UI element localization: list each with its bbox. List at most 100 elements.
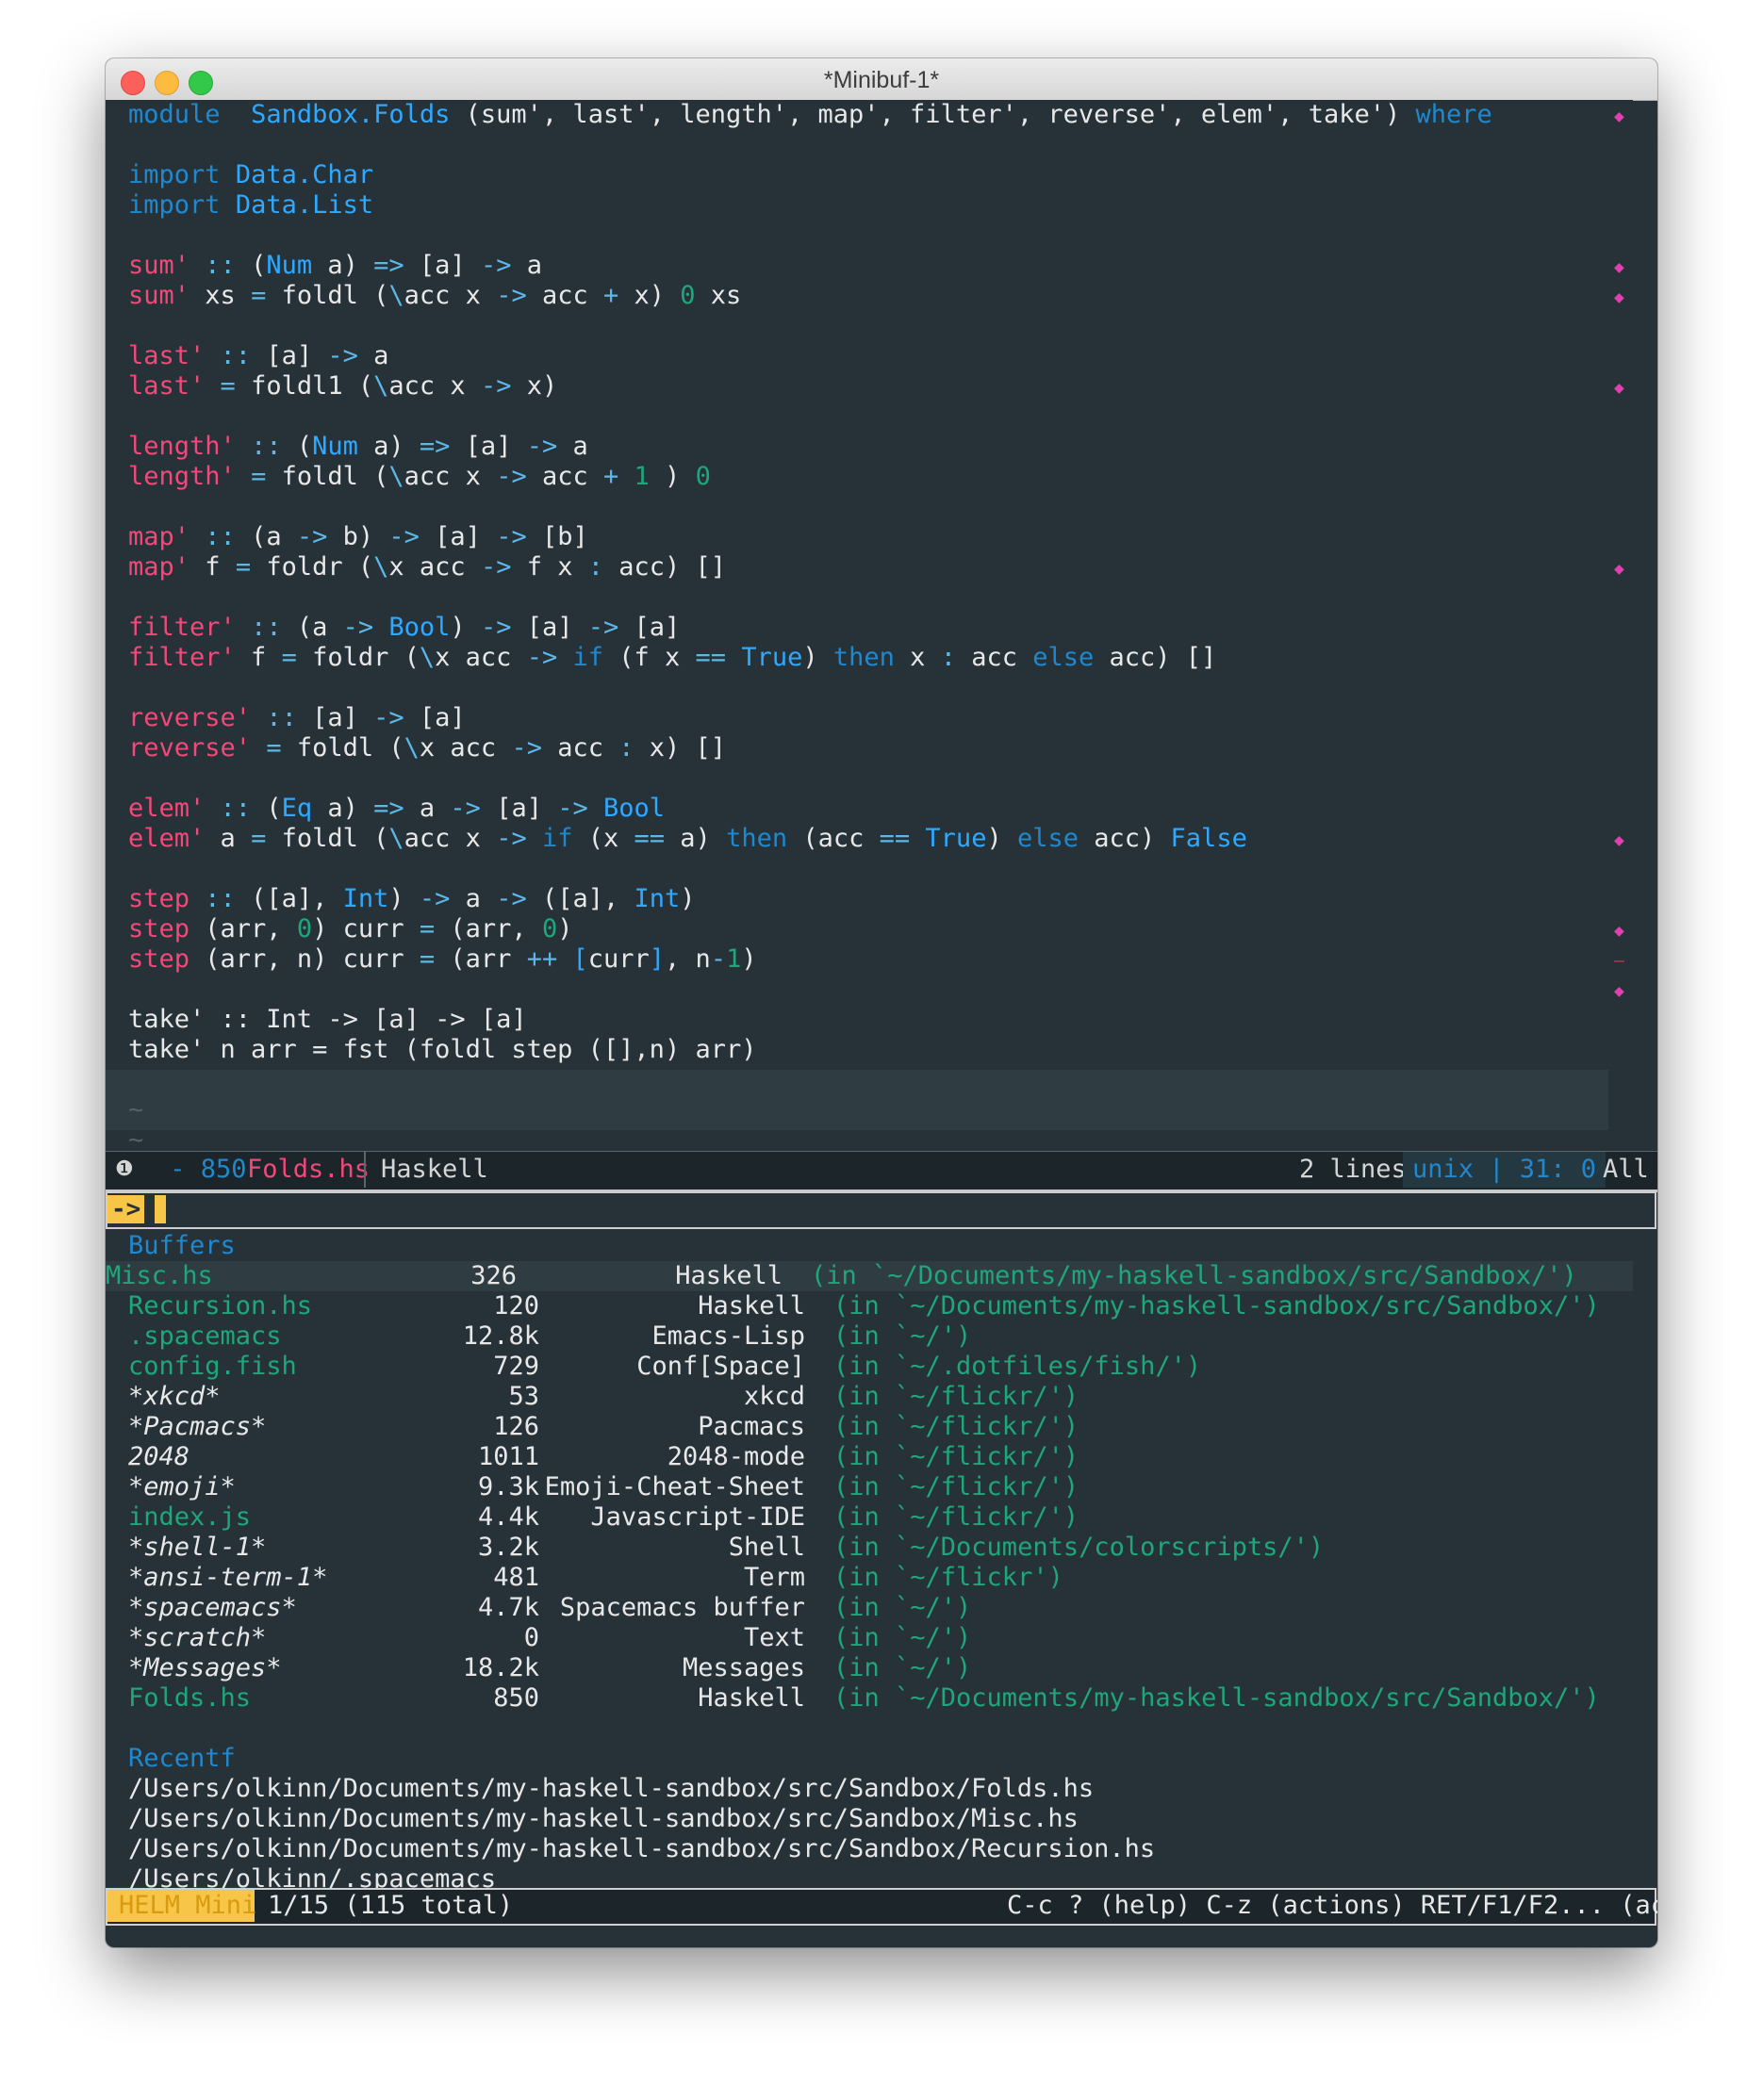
buffer-candidate[interactable]: .spacemacs 12.8k Emacs-Lisp (in `~/') (128, 1321, 1633, 1352)
helm-candidate-count: 1/15 (115 total) (268, 1891, 514, 1920)
code-token: \ (388, 281, 404, 310)
code-line[interactable]: last' :: [a] -> a (128, 341, 388, 371)
buffer-candidate[interactable]: *Pacmacs* 126 Pacmacs (in `~/flickr/') (128, 1412, 1633, 1442)
buffer-mode: Haskell (698, 1683, 805, 1713)
code-token: [a] (480, 794, 558, 823)
code-line[interactable]: map' f = foldr (\x acc -> f x : acc) [] (128, 552, 726, 582)
recentf-candidate[interactable]: /Users/olkinn/Documents/my-haskell-sandb… (128, 1804, 1633, 1834)
code-token: a) (357, 432, 420, 461)
code-token: :: (220, 794, 252, 823)
code-token: step (128, 884, 190, 913)
code-line[interactable]: ~ (128, 1095, 143, 1125)
buffer-candidate[interactable]: Misc.hs 326 Haskell (in `~/Documents/my-has… (106, 1261, 1633, 1291)
code-token: f (235, 643, 282, 672)
code-token: [a] (251, 341, 328, 370)
code-line[interactable]: sum' :: (Num a) => [a] -> a (128, 251, 542, 281)
code-token: 0 (541, 914, 558, 943)
code-token: ) (388, 884, 420, 913)
buffer-path: (in `~/') (833, 1593, 972, 1622)
code-token: - (710, 944, 727, 974)
code-token: -> (480, 613, 512, 642)
code-token: == (879, 824, 911, 853)
code-line[interactable]: reverse' :: [a] -> [a] (128, 703, 466, 733)
code-line[interactable]: elem' a = foldl (\acc x -> if (x == a) t… (128, 824, 1247, 854)
code-line[interactable]: import Data.Char (128, 160, 373, 190)
buffer-candidate[interactable]: *spacemacs* 4.7k Spacemacs buffer (in `~/') (128, 1593, 1633, 1623)
code-token: -> (480, 251, 512, 280)
buffer-candidate[interactable]: *scratch* 0 Text (in `~/') (128, 1623, 1633, 1653)
code-token: -> (419, 884, 451, 913)
code-line[interactable]: step (arr, n) curr = (arr ++ [curr], n-1… (128, 944, 757, 975)
buffer-candidate[interactable]: *shell-1* 3.2k Shell (in `~/Documents/color… (128, 1533, 1633, 1563)
helm-candidates: Buffers Misc.hs 326 Haskell (in `~/Document… (106, 1227, 1633, 1894)
code-token: acc x (404, 281, 497, 310)
code-token: a (450, 884, 497, 913)
buffer-candidate[interactable]: 2048 1011 2048-mode (in `~/flickr/') (128, 1442, 1633, 1472)
buffer-path: (in `~/flickr/') (833, 1382, 1079, 1411)
buffer-candidate[interactable]: config.fish 729 Conf[Space] (in `~/.dotfile… (128, 1352, 1633, 1382)
buffer-candidate[interactable]: *xkcd* 53 xkcd (in `~/flickr/') (128, 1382, 1633, 1412)
code-token: then (726, 824, 788, 853)
buffer-path: (in `~/') (833, 1653, 972, 1682)
code-editor[interactable]: module Sandbox.Folds (sum', last', lengt… (106, 100, 1633, 1208)
code-token: 0 (695, 462, 711, 491)
buffer-candidate[interactable]: Recursion.hs 120 Haskell (in `~/Documents/m… (128, 1291, 1633, 1321)
major-mode[interactable]: Haskell (381, 1152, 488, 1188)
git-gutter-mark: ◆ (1614, 559, 1624, 579)
buffer-mode: Shell (728, 1533, 805, 1562)
buffer-candidate[interactable]: *ansi-term-1* 481 Term (in `~/flickr') (128, 1563, 1633, 1593)
code-token: ( (281, 432, 313, 461)
code-token: -> (342, 613, 374, 642)
code-token: :: (251, 613, 282, 642)
minibuffer-input[interactable]: -> (106, 1191, 1656, 1229)
code-token: x) [] (634, 733, 727, 763)
code-line[interactable]: last' = foldl1 (\acc x -> x) (128, 371, 557, 402)
code-token: => (373, 794, 404, 823)
code-line[interactable]: step (arr, 0) curr = (arr, 0) (128, 914, 572, 944)
buffer-path: (in `~/flickr/') (833, 1412, 1079, 1441)
code-line[interactable]: filter' :: (a -> Bool) -> [a] -> [a] (128, 613, 680, 643)
code-token: xs (695, 281, 742, 310)
code-token: filter' (128, 613, 236, 642)
code-line[interactable]: reverse' = foldl (\x acc -> acc : x) [] (128, 733, 726, 763)
git-gutter-mark: — (1614, 951, 1624, 971)
buffer-candidate[interactable]: Folds.hs 850 Haskell (in `~/Documents/my-ha… (128, 1683, 1633, 1714)
emacs-window: *Minibuf-1* module Sandbox.Folds (sum', … (106, 58, 1657, 1947)
buffer-candidate[interactable]: index.js 4.4k Javascript-IDE (in `~/flickr/… (128, 1502, 1633, 1533)
code-line[interactable]: map' :: (a -> b) -> [a] -> [b] (128, 522, 588, 552)
code-token: Int (342, 884, 389, 913)
code-line[interactable]: take' :: Int -> [a] -> [a] (128, 1005, 527, 1035)
code-line[interactable]: length' :: (Num a) => [a] -> a (128, 432, 588, 462)
buffer-candidate[interactable]: *emoji* 9.3k Emoji-Cheat-Sheet (in `~/flick… (128, 1472, 1633, 1502)
code-token: Int (634, 884, 681, 913)
buffer-candidate[interactable]: *Messages* 18.2k Messages (in `~/') (128, 1653, 1633, 1683)
code-token: -> (496, 824, 527, 853)
code-line[interactable]: take' n arr = fst (foldl step ([],n) arr… (128, 1035, 756, 1065)
code-token: Data.List (235, 190, 374, 220)
helm-mode-line: HELM Mini 1/15 (115 total) C-c ? (help) … (106, 1888, 1657, 1926)
code-token: acc) (1079, 824, 1171, 853)
recentf-candidate[interactable]: /Users/olkinn/Documents/my-haskell-sandb… (128, 1774, 1633, 1804)
code-token: \ (373, 371, 389, 401)
code-token: Bool (388, 613, 451, 642)
code-line[interactable]: elem' :: (Eq a) => a -> [a] -> Bool (128, 794, 665, 824)
code-line[interactable]: length' = foldl (\acc x -> acc + 1 ) 0 (128, 462, 711, 492)
code-line[interactable]: sum' xs = foldl (\acc x -> acc + x) 0 xs (128, 281, 741, 311)
recentf-candidate[interactable]: /Users/olkinn/Documents/my-haskell-sandb… (128, 1834, 1633, 1864)
code-line[interactable]: import Data.List (128, 190, 373, 221)
code-token: elem' (128, 824, 206, 853)
code-token: import (128, 190, 221, 220)
code-token: sum' (128, 251, 190, 280)
buffers-header: Buffers (128, 1231, 236, 1260)
code-token: -> (373, 703, 404, 732)
code-line[interactable]: step :: ([a], Int) -> a -> ([a], Int) (128, 884, 696, 914)
code-line[interactable]: module Sandbox.Folds (sum', last', lengt… (128, 100, 1492, 130)
code-token: (x (572, 824, 634, 853)
buffer-path: (in `~/Documents/my-haskell-sandbox/src/… (811, 1261, 1577, 1290)
buffer-path: (in `~/') (833, 1623, 972, 1652)
code-line[interactable]: filter' f = foldr (\x acc -> if (f x == … (128, 643, 1216, 673)
